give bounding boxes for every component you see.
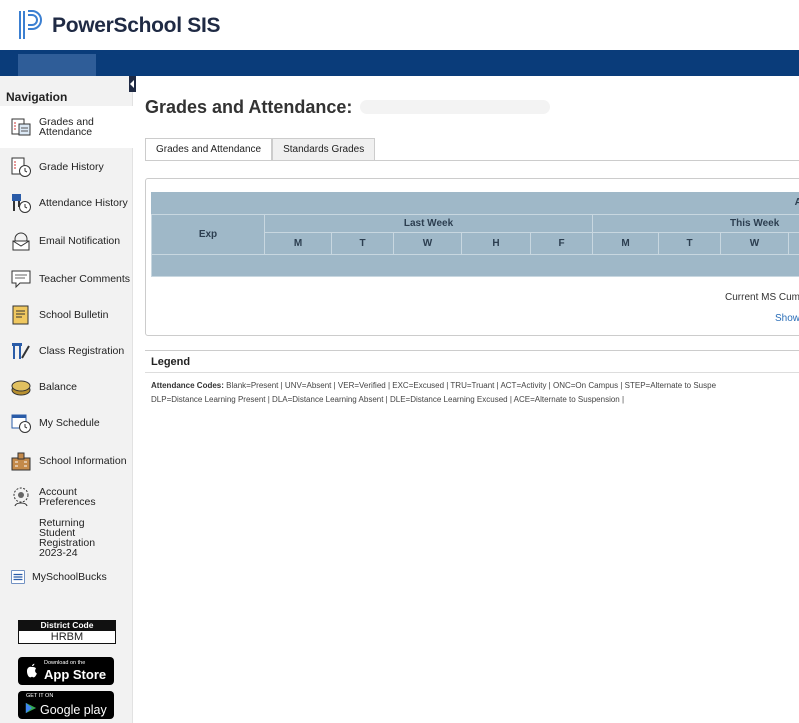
google-play-badge[interactable]: GET IT ON Google play — [18, 691, 114, 719]
column-exp: Exp — [151, 213, 265, 255]
sidebar-item-teacher-comments[interactable]: Teacher Comments — [0, 262, 133, 296]
sidebar-item-balance[interactable]: Balance — [0, 372, 133, 402]
tab-standards-grades[interactable]: Standards Grades — [272, 138, 376, 160]
bulletin-icon — [12, 305, 29, 325]
attendance-history-icon — [12, 194, 31, 213]
legend-codes-line-1: Attendance Codes: Blank=Present | UNV=Ab… — [151, 381, 716, 390]
sidebar-item-account-preferences[interactable]: Account Preferences — [0, 480, 133, 514]
district-code-value: HRBM — [18, 630, 116, 644]
district-code-box: District Code HRBM — [18, 620, 116, 644]
legend-section: Legend Attendance Codes: Blank=Present |… — [145, 350, 799, 408]
day-header: M — [264, 231, 332, 255]
sidebar-item-returning-student-registration[interactable]: Returning Student Registration 2023-24 — [0, 516, 133, 560]
sidebar-item-class-registration[interactable]: Class Registration — [0, 334, 133, 368]
table-empty-row — [151, 253, 799, 277]
sidebar-item-attendance-history[interactable]: Attendance History — [0, 186, 133, 220]
app-store-badge[interactable]: Download on the App Store — [18, 657, 114, 685]
balance-icon — [11, 380, 31, 396]
show-link[interactable]: Show — [775, 313, 799, 324]
email-icon — [12, 232, 30, 251]
attendance-table: Att Exp Last Week This Week M T W H F M … — [151, 192, 799, 277]
app-store-small-text: Download on the — [44, 660, 86, 666]
schedule-icon — [11, 414, 31, 433]
google-play-text: Google play — [40, 703, 107, 717]
account-icon — [13, 487, 29, 507]
day-header: T — [331, 231, 394, 255]
student-name-redacted — [360, 100, 550, 114]
day-header: W — [393, 231, 462, 255]
top-nav-tab[interactable] — [18, 54, 96, 76]
table-header-attendance: Att — [794, 197, 799, 209]
apple-icon — [26, 663, 37, 678]
app-title: PowerSchool SIS — [52, 14, 221, 37]
sidebar-item-myschoolbucks[interactable]: MySchoolBucks — [0, 566, 133, 588]
current-ms-cumulative: Current MS Cum — [725, 292, 799, 303]
nav-title: Navigation — [6, 90, 68, 104]
day-header: M — [592, 231, 659, 255]
grades-attendance-icon — [11, 118, 31, 136]
legend-codes-label: Attendance Codes: — [151, 381, 224, 390]
sidebar-item-school-bulletin[interactable]: School Bulletin — [0, 300, 133, 330]
tab-grades-attendance[interactable]: Grades and Attendance — [145, 138, 273, 160]
column-this-week: This Week — [592, 213, 799, 233]
google-play-icon — [25, 702, 37, 714]
district-code-title: District Code — [18, 620, 116, 630]
top-nav-bar — [0, 50, 799, 76]
day-header: T — [658, 231, 721, 255]
page-title: Grades and Attendance: — [145, 97, 353, 117]
tab-divider — [145, 160, 799, 161]
legend-codes-line-2: DLP=Distance Learning Present | DLA=Dist… — [151, 395, 624, 404]
sidebar-item-school-information[interactable]: School Information — [0, 444, 133, 478]
grade-history-icon — [11, 157, 31, 177]
column-last-week: Last Week — [264, 213, 593, 233]
school-icon — [11, 452, 31, 471]
sidebar-item-grades-attendance[interactable]: Grades and Attendance — [0, 106, 133, 148]
powerschool-logo-icon[interactable] — [16, 9, 42, 41]
comments-icon — [11, 270, 31, 289]
google-play-small-text: GET IT ON — [26, 693, 54, 699]
legend-divider — [145, 372, 799, 373]
app-store-text: App Store — [44, 667, 107, 682]
sidebar-collapse-button[interactable] — [129, 76, 136, 92]
myschoolbucks-icon — [11, 570, 25, 584]
registration-icon — [12, 343, 30, 359]
tab-bar: Grades and Attendance Standards Grades — [145, 138, 376, 160]
legend-codes-text-1: Blank=Present | UNV=Absent | VER=Verifie… — [226, 381, 717, 390]
day-header: F — [530, 231, 593, 255]
day-header: H — [461, 231, 531, 255]
day-header-cut — [788, 231, 799, 255]
sidebar-item-my-schedule[interactable]: My Schedule — [0, 408, 133, 438]
legend-codes-text-2: DLP=Distance Learning Present | DLA=Dist… — [151, 395, 625, 404]
legend-title: Legend — [151, 356, 191, 368]
sidebar-item-email-notification[interactable]: Email Notification — [0, 224, 133, 258]
day-header: W — [720, 231, 789, 255]
app-header: PowerSchool SIS — [0, 0, 799, 50]
sidebar-item-grade-history[interactable]: Grade History — [0, 152, 133, 182]
